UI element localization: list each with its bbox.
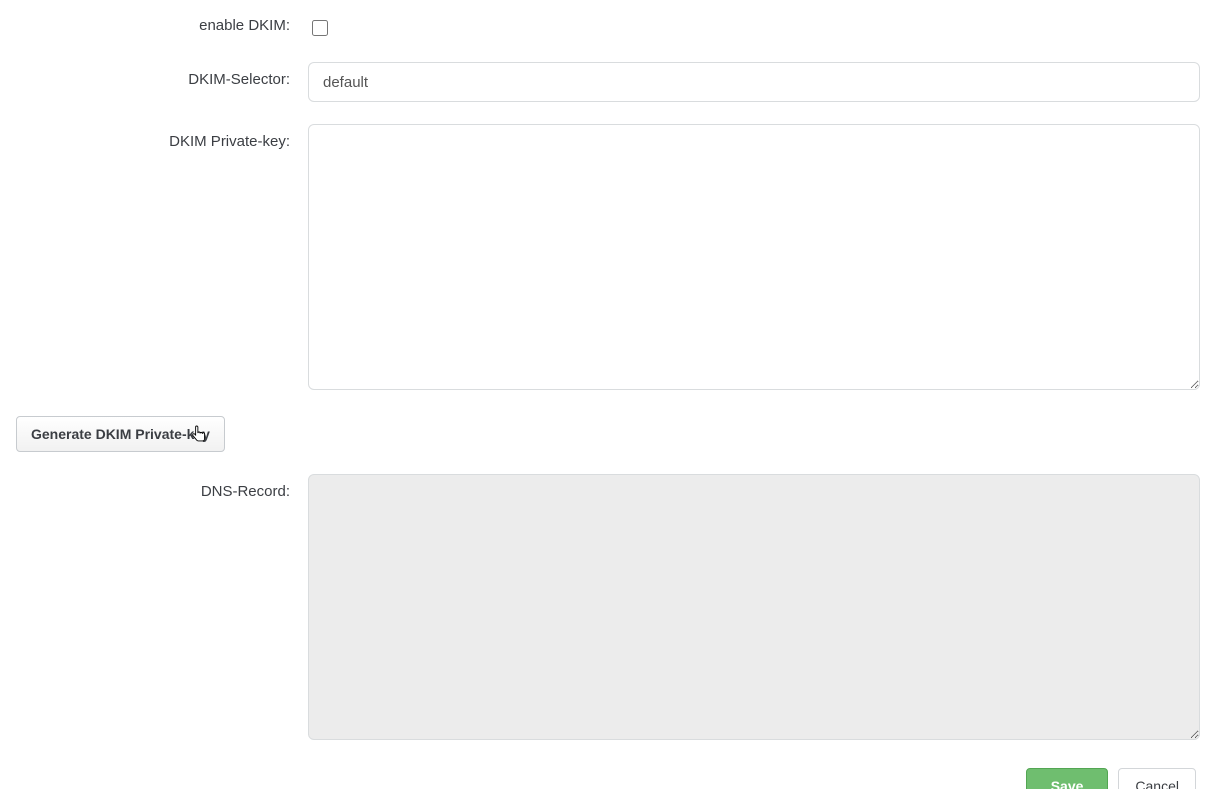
row-dkim-private-key: DKIM Private-key: xyxy=(8,124,1208,394)
label-dkim-private-key: DKIM Private-key: xyxy=(8,124,308,150)
row-dns-record: DNS-Record: xyxy=(8,474,1208,744)
label-enable-dkim: enable DKIM: xyxy=(8,8,308,34)
input-dkim-selector[interactable] xyxy=(308,62,1200,102)
row-generate: Generate DKIM Private-key xyxy=(16,416,1208,452)
cancel-button[interactable]: Cancel xyxy=(1118,768,1196,789)
textarea-dkim-private-key[interactable] xyxy=(308,124,1200,390)
label-dkim-selector: DKIM-Selector: xyxy=(8,62,308,88)
footer-actions: Save Cancel xyxy=(8,752,1208,789)
generate-dkim-private-key-button[interactable]: Generate DKIM Private-key xyxy=(16,416,225,452)
dkim-settings-form: enable DKIM: DKIM-Selector: DKIM Private… xyxy=(0,0,1216,789)
label-dns-record: DNS-Record: xyxy=(8,474,308,500)
row-enable-dkim: enable DKIM: xyxy=(8,8,1208,40)
textarea-dns-record[interactable] xyxy=(308,474,1200,740)
checkbox-enable-dkim[interactable] xyxy=(312,20,328,36)
row-dkim-selector: DKIM-Selector: xyxy=(8,62,1208,102)
save-button[interactable]: Save xyxy=(1026,768,1109,789)
